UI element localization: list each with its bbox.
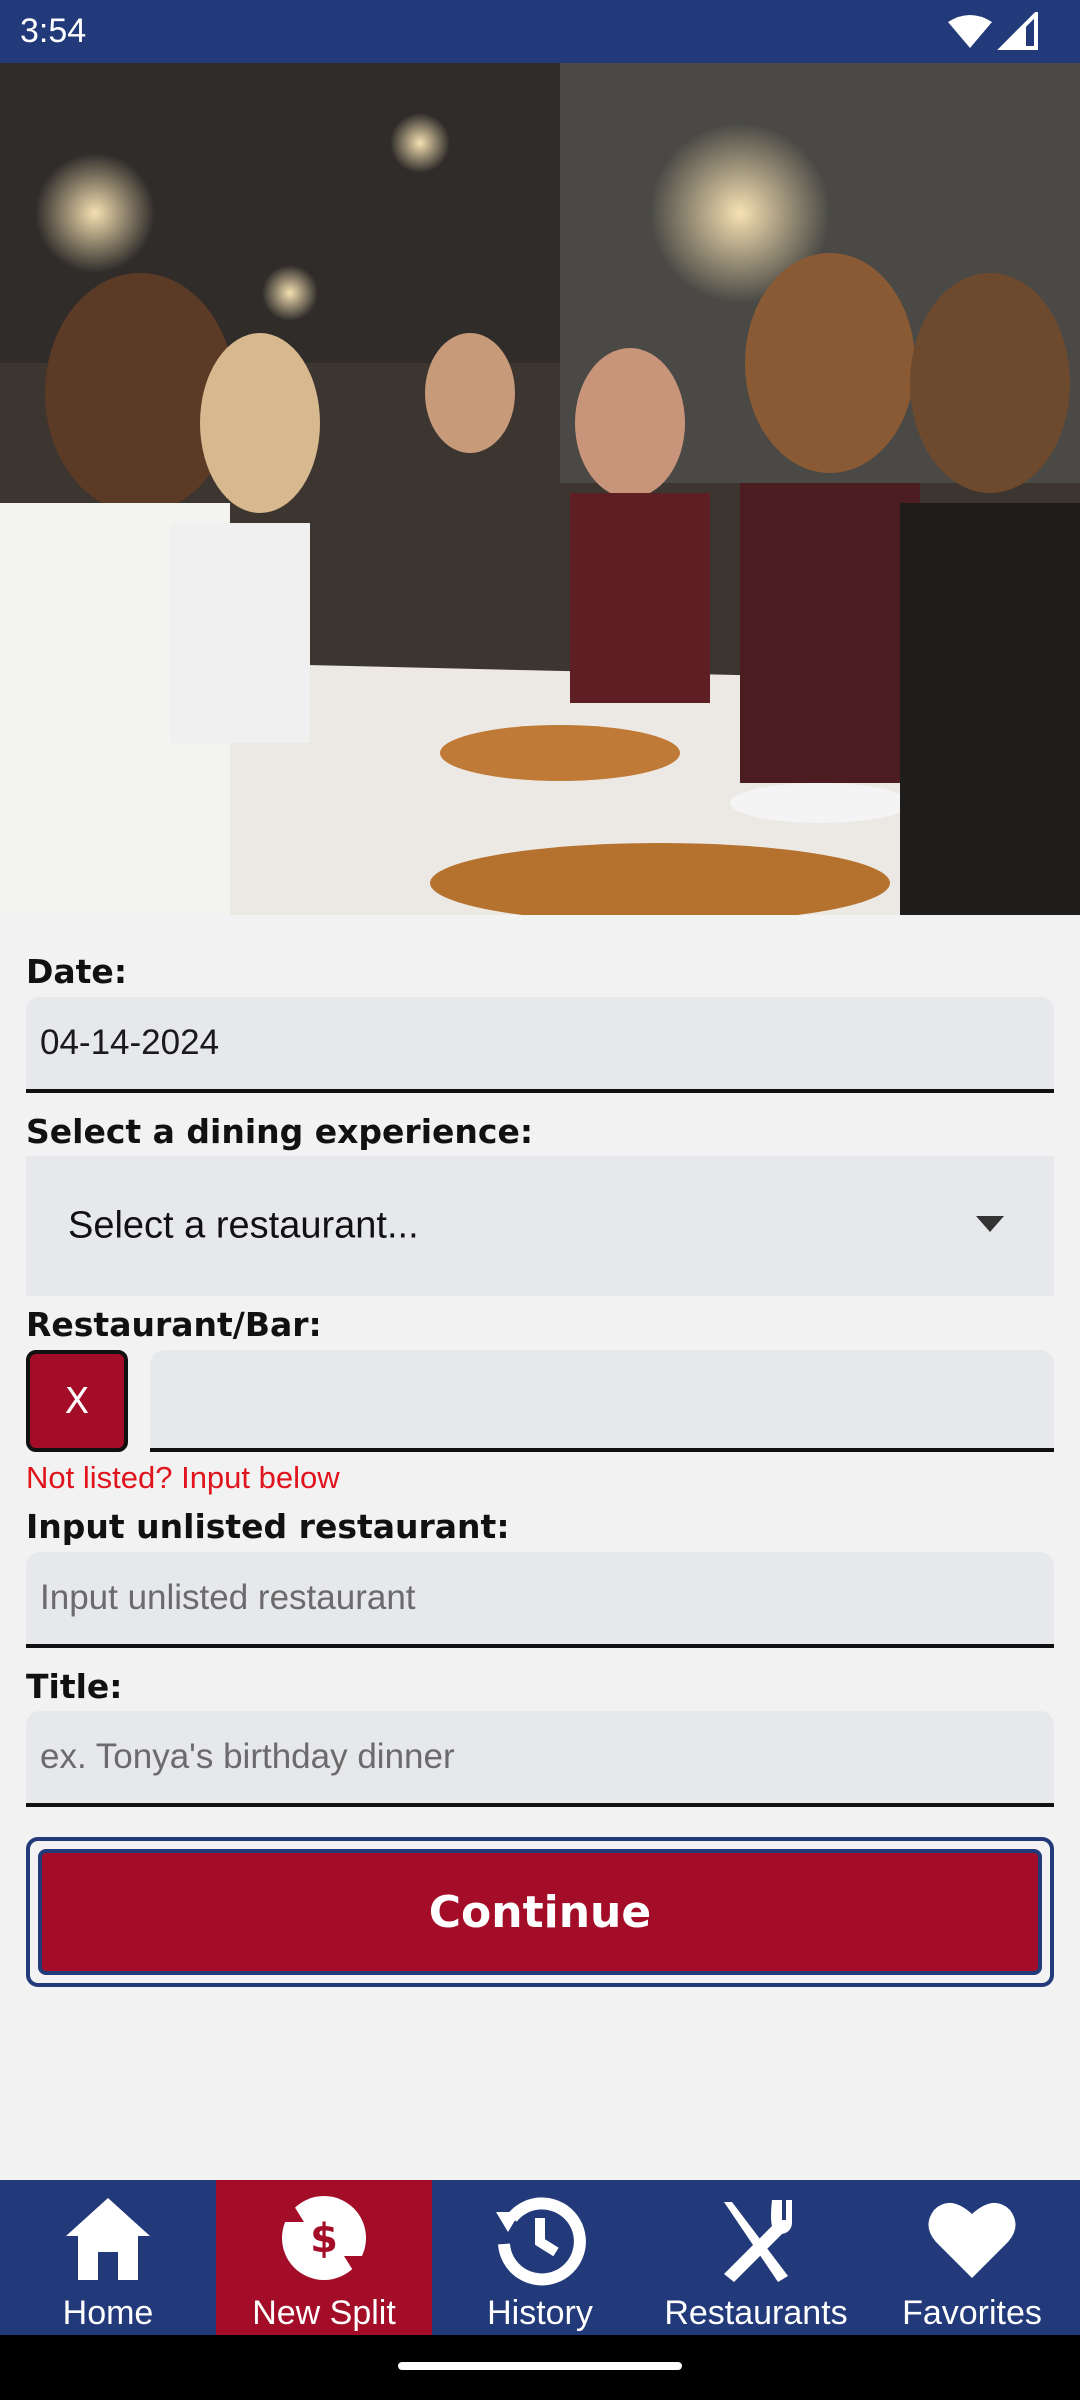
- nav-new-split-label: New Split: [252, 2294, 396, 2332]
- bottom-nav: Home $ New Split History Restaurants Fav…: [0, 2180, 1080, 2335]
- restaurant-select-value: Select a restaurant...: [68, 1204, 419, 1247]
- home-icon: [66, 2198, 150, 2280]
- title-field[interactable]: ex. Tonya's birthday dinner: [26, 1711, 1054, 1807]
- dining-experience-label: Select a dining experience:: [26, 1112, 534, 1151]
- nav-favorites-label: Favorites: [902, 2294, 1042, 2332]
- nav-new-split[interactable]: $ New Split: [216, 2180, 432, 2335]
- not-listed-hint: Not listed? Input below: [26, 1460, 340, 1495]
- hero-photo: [0, 63, 1080, 915]
- dinner-party-image: [0, 63, 1080, 915]
- continue-button-frame: Continue: [26, 1837, 1054, 1987]
- nav-restaurants[interactable]: Restaurants: [648, 2180, 864, 2335]
- continue-button[interactable]: Continue: [38, 1849, 1042, 1975]
- nav-home-label: Home: [62, 2294, 154, 2332]
- date-label: Date:: [26, 952, 128, 991]
- unlisted-restaurant-placeholder: Input unlisted restaurant: [40, 1578, 416, 1617]
- nav-restaurants-label: Restaurants: [664, 2294, 848, 2332]
- wifi-signal-icon: [948, 12, 1038, 50]
- unlisted-restaurant-field[interactable]: Input unlisted restaurant: [26, 1552, 1054, 1648]
- date-value: 04-14-2024: [40, 1023, 220, 1062]
- heart-icon: [928, 2202, 1016, 2278]
- unlisted-restaurant-label: Input unlisted restaurant:: [26, 1507, 510, 1546]
- status-time: 3:54: [20, 12, 87, 50]
- nav-home[interactable]: Home: [0, 2180, 216, 2335]
- nav-history[interactable]: History: [432, 2180, 648, 2335]
- svg-text:$: $: [310, 2216, 338, 2262]
- restaurant-select[interactable]: Select a restaurant...: [26, 1156, 1054, 1296]
- chevron-down-icon: [976, 1216, 1004, 1232]
- nav-history-label: History: [487, 2294, 593, 2332]
- clear-restaurant-button[interactable]: X: [26, 1350, 128, 1452]
- fork-knife-icon: [724, 2200, 792, 2282]
- restaurant-bar-label: Restaurant/Bar:: [26, 1305, 322, 1344]
- title-label: Title:: [26, 1667, 123, 1706]
- history-icon: [496, 2197, 586, 2286]
- date-field[interactable]: 04-14-2024: [26, 997, 1054, 1093]
- restaurant-field[interactable]: [150, 1350, 1054, 1452]
- nav-favorites[interactable]: Favorites: [864, 2180, 1080, 2335]
- split-dollar-icon: $: [282, 2196, 366, 2280]
- title-placeholder: ex. Tonya's birthday dinner: [40, 1737, 455, 1776]
- status-bar: 3:54: [0, 0, 1080, 63]
- home-indicator[interactable]: [398, 2362, 682, 2370]
